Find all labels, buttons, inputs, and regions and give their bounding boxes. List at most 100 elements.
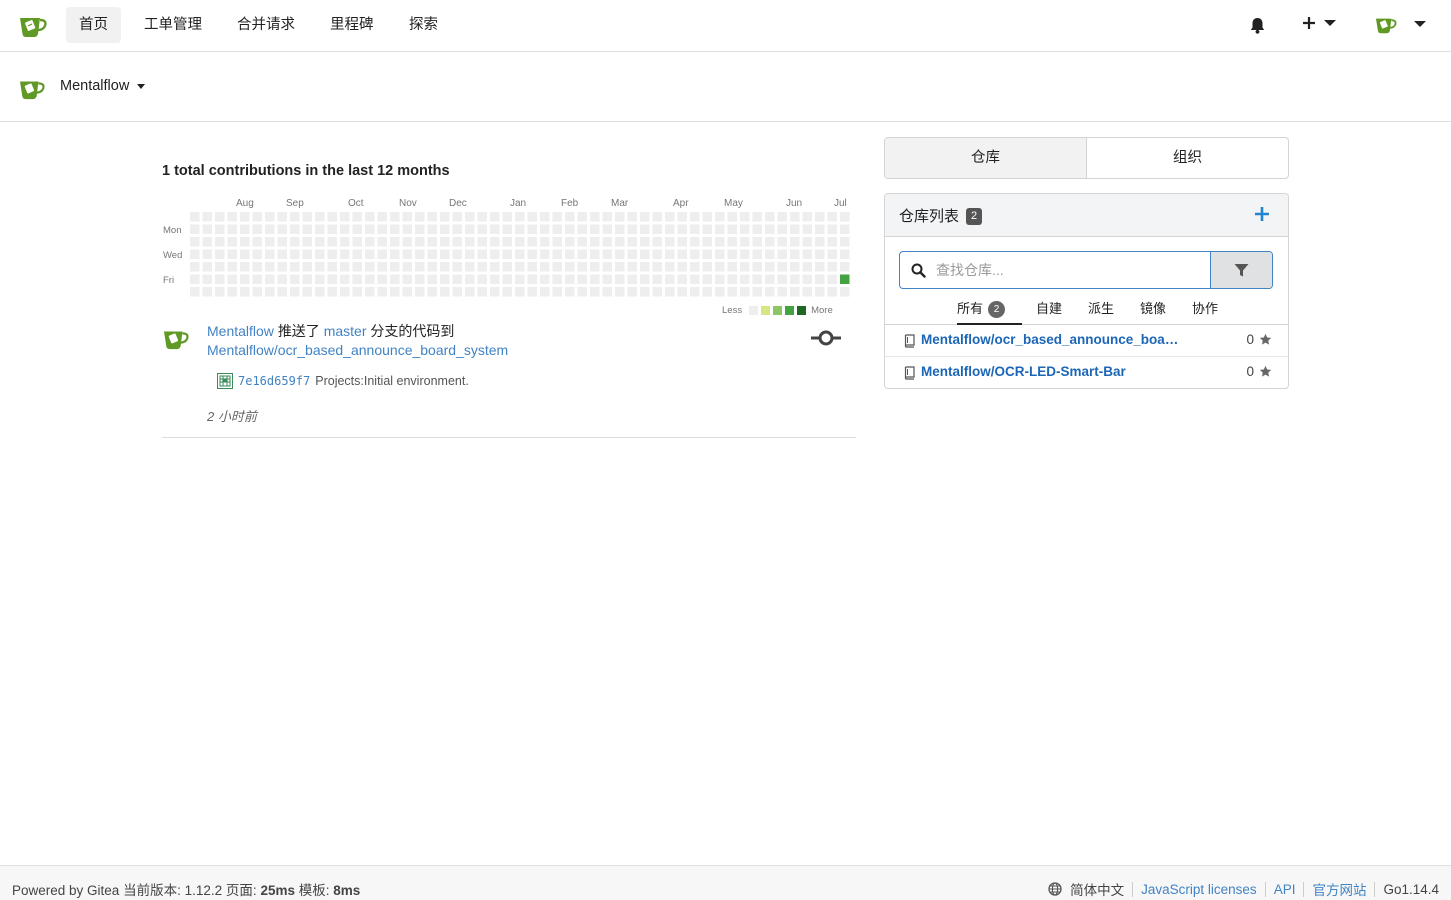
- heatmap-cell[interactable]: [527, 262, 538, 272]
- heatmap-cell[interactable]: [727, 249, 738, 260]
- heatmap-cell[interactable]: [715, 262, 725, 272]
- heatmap-cell[interactable]: [702, 262, 713, 272]
- heatmap-cell[interactable]: [615, 224, 625, 235]
- heatmap-cell[interactable]: [202, 287, 213, 297]
- heatmap-cell[interactable]: [315, 262, 325, 272]
- heatmap-cell[interactable]: [327, 262, 338, 272]
- heatmap-cell[interactable]: [802, 262, 813, 272]
- heatmap-cell[interactable]: [715, 249, 725, 260]
- heatmap-cell[interactable]: [465, 287, 475, 297]
- heatmap-cell[interactable]: [390, 224, 400, 235]
- heatmap-cell[interactable]: [827, 224, 838, 235]
- heatmap-cell[interactable]: [552, 287, 563, 297]
- heatmap-cell[interactable]: [690, 274, 700, 285]
- heatmap-cell[interactable]: [765, 262, 775, 272]
- heatmap-cell[interactable]: [352, 212, 363, 222]
- heatmap-cell[interactable]: [465, 274, 475, 285]
- heatmap-cell[interactable]: [452, 237, 463, 247]
- heatmap-cell[interactable]: [577, 212, 588, 222]
- nav-home[interactable]: 首页: [66, 7, 121, 43]
- heatmap-cell[interactable]: [777, 224, 788, 235]
- heatmap-cell[interactable]: [565, 262, 575, 272]
- subtab-all[interactable]: 所有 2: [957, 298, 1022, 325]
- heatmap-cell[interactable]: [427, 287, 438, 297]
- heatmap-cell[interactable]: [752, 212, 763, 222]
- heatmap-cell[interactable]: [340, 224, 350, 235]
- heatmap-cell[interactable]: [515, 274, 525, 285]
- heatmap-cell[interactable]: [252, 274, 263, 285]
- heatmap-cell[interactable]: [790, 224, 800, 235]
- feed-user-avatar[interactable]: [162, 326, 190, 350]
- heatmap-cell[interactable]: [352, 287, 363, 297]
- heatmap-cell[interactable]: [540, 287, 550, 297]
- heatmap-cell[interactable]: [477, 237, 488, 247]
- heatmap-cell[interactable]: [727, 262, 738, 272]
- create-menu-button[interactable]: [1302, 16, 1336, 30]
- heatmap-cell[interactable]: [677, 237, 688, 247]
- heatmap-cell[interactable]: [252, 212, 263, 222]
- heatmap-cell[interactable]: [365, 212, 375, 222]
- heatmap-cell[interactable]: [215, 237, 225, 247]
- heatmap-cell[interactable]: [427, 249, 438, 260]
- heatmap-cell[interactable]: [827, 262, 838, 272]
- heatmap-cell[interactable]: [740, 262, 750, 272]
- heatmap-cell[interactable]: [215, 212, 225, 222]
- heatmap-cell[interactable]: [265, 237, 275, 247]
- heatmap-cell[interactable]: [502, 224, 513, 235]
- heatmap-cell[interactable]: [802, 274, 813, 285]
- repo-list-item[interactable]: Mentalflow/ocr_based_announce_board_syst…: [885, 325, 1288, 357]
- heatmap-cell[interactable]: [340, 274, 350, 285]
- heatmap-cell[interactable]: [265, 262, 275, 272]
- heatmap-cell[interactable]: [252, 262, 263, 272]
- heatmap-cell[interactable]: [227, 274, 238, 285]
- heatmap-cell[interactable]: [427, 212, 438, 222]
- heatmap-cell[interactable]: [215, 287, 225, 297]
- heatmap-cell[interactable]: [765, 212, 775, 222]
- heatmap-cell[interactable]: [365, 287, 375, 297]
- heatmap-cell[interactable]: [490, 262, 500, 272]
- heatmap-cell[interactable]: [290, 249, 300, 260]
- heatmap-cell[interactable]: [527, 212, 538, 222]
- heatmap-cell[interactable]: [802, 237, 813, 247]
- heatmap-cell[interactable]: [752, 274, 763, 285]
- heatmap-cell[interactable]: [465, 237, 475, 247]
- heatmap-cell[interactable]: [777, 287, 788, 297]
- heatmap-cell[interactable]: [315, 212, 325, 222]
- heatmap-cell[interactable]: [302, 224, 313, 235]
- feed-branch-link[interactable]: master: [324, 323, 367, 339]
- heatmap-cell[interactable]: [465, 212, 475, 222]
- heatmap-cell[interactable]: [265, 249, 275, 260]
- heatmap-cell[interactable]: [377, 274, 388, 285]
- heatmap-cell[interactable]: [540, 237, 550, 247]
- heatmap-cell[interactable]: [540, 262, 550, 272]
- heatmap-cell[interactable]: [365, 274, 375, 285]
- heatmap-cell[interactable]: [465, 249, 475, 260]
- heatmap-cell[interactable]: [815, 262, 825, 272]
- heatmap-cell[interactable]: [565, 287, 575, 297]
- heatmap-cell[interactable]: [490, 249, 500, 260]
- heatmap-cell[interactable]: [777, 262, 788, 272]
- heatmap-cell[interactable]: [477, 249, 488, 260]
- api-link[interactable]: API: [1274, 882, 1296, 897]
- heatmap-cell[interactable]: [752, 287, 763, 297]
- heatmap-cell[interactable]: [402, 274, 413, 285]
- heatmap-cell[interactable]: [390, 274, 400, 285]
- heatmap-cell[interactable]: [215, 249, 225, 260]
- heatmap-cell[interactable]: [627, 287, 638, 297]
- heatmap-cell[interactable]: [352, 262, 363, 272]
- heatmap-cell[interactable]: [515, 249, 525, 260]
- heatmap-cell[interactable]: [477, 262, 488, 272]
- heatmap-cell[interactable]: [377, 237, 388, 247]
- heatmap-cell[interactable]: [715, 212, 725, 222]
- repo-name-link[interactable]: Mentalflow/OCR-LED-Smart-Bar: [921, 364, 1181, 379]
- heatmap-cell[interactable]: [590, 249, 600, 260]
- heatmap-cell[interactable]: [302, 249, 313, 260]
- heatmap-cell[interactable]: [502, 262, 513, 272]
- heatmap-cell[interactable]: [227, 224, 238, 235]
- heatmap-cell[interactable]: [577, 274, 588, 285]
- heatmap-cell[interactable]: [227, 287, 238, 297]
- nav-explore[interactable]: 探索: [396, 7, 451, 43]
- heatmap-cell[interactable]: [540, 249, 550, 260]
- heatmap-cell[interactable]: [602, 249, 613, 260]
- heatmap-cell[interactable]: [202, 249, 213, 260]
